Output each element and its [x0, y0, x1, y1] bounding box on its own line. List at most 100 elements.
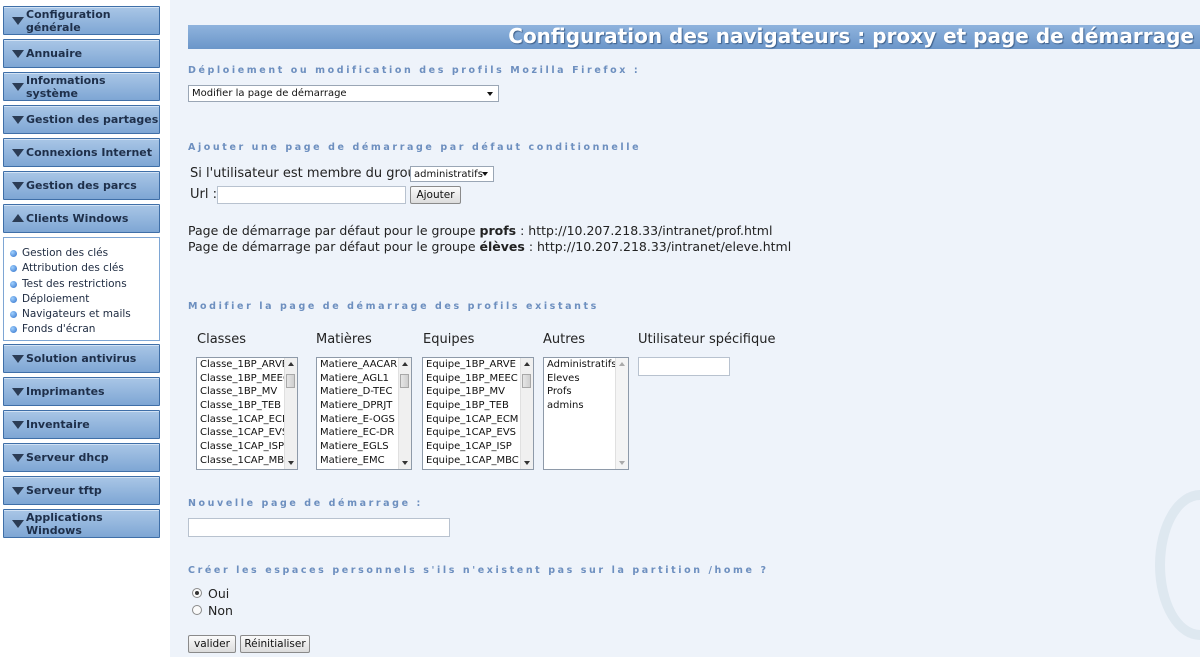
radio-non[interactable]: [192, 605, 202, 615]
bullet-icon: [10, 326, 17, 334]
menu-label: Informations système: [26, 73, 106, 100]
menu-serveur-dhcp[interactable]: Serveur dhcp: [3, 443, 160, 472]
action-select[interactable]: Modifier la page de démarrage: [188, 85, 499, 102]
submenu-deploiement[interactable]: Déploiement: [4, 292, 159, 307]
scroll-thumb[interactable]: [286, 374, 295, 388]
scroll-down-icon[interactable]: [288, 461, 294, 465]
add-button[interactable]: Ajouter: [410, 186, 461, 204]
equipes-listbox[interactable]: Equipe_1BP_ARVE Equipe_1BP_MEEC Equipe_1…: [422, 357, 534, 470]
scroll-thumb[interactable]: [400, 374, 409, 388]
menu-label: Applications Windows: [26, 510, 103, 537]
scroll-thumb[interactable]: [522, 374, 531, 388]
list-option[interactable]: Classe_1CAP_MBC: [197, 454, 297, 468]
menu-clients-windows[interactable]: Clients Windows: [3, 204, 160, 233]
list-option[interactable]: Matiere_D-TEC: [317, 385, 411, 399]
list-option[interactable]: Matiere_EGLS: [317, 440, 411, 454]
list-option[interactable]: Classe_1BP_MEEC: [197, 372, 297, 386]
menu-configuration-generale[interactable]: Configuration générale: [3, 6, 160, 35]
list-option[interactable]: Equipe_1BP_MV: [423, 385, 533, 399]
submenu-fonds-d-ecran[interactable]: Fonds d'écran: [4, 322, 159, 337]
triangle-down-icon: [12, 388, 24, 396]
menu-label: Imprimantes: [26, 385, 105, 398]
list-option[interactable]: Matiere_E-OGS: [317, 413, 411, 427]
list-option[interactable]: Equipe_1BP_MEEC: [423, 372, 533, 386]
list-option[interactable]: Classe_1BP_TEB: [197, 399, 297, 413]
menu-connexions-internet[interactable]: Connexions Internet: [3, 138, 160, 167]
list-option[interactable]: Equipe_1BP_ARVE: [423, 358, 533, 372]
list-option[interactable]: Classe_1BP_ARVE: [197, 358, 297, 372]
validate-button[interactable]: valider: [188, 635, 236, 653]
column-equipes-label: Equipes: [423, 332, 475, 347]
submenu-navigateurs-et-mails[interactable]: Navigateurs et mails: [4, 307, 159, 322]
scrollbar[interactable]: [284, 358, 297, 469]
list-option[interactable]: Matiere_AACAR: [317, 358, 411, 372]
scroll-down-icon[interactable]: [402, 461, 408, 465]
list-option[interactable]: Matiere_EC-DR: [317, 426, 411, 440]
list-option[interactable]: Equipe_1CAP_ECM: [423, 413, 533, 427]
list-option[interactable]: Equipe_1CAP_MBC: [423, 454, 533, 468]
specific-user-input[interactable]: [638, 357, 730, 376]
triangle-down-icon: [12, 454, 24, 462]
column-utilisateur-label: Utilisateur spécifique: [638, 332, 776, 347]
menu-informations-systeme[interactable]: Informations système: [3, 72, 160, 101]
triangle-down-icon: [12, 182, 24, 190]
default-prefix: Page de démarrage par défaut pour le gro…: [188, 239, 480, 254]
menu-label: Gestion des parcs: [26, 179, 137, 192]
list-option[interactable]: Equipe_1BP_TEB: [423, 399, 533, 413]
group-select[interactable]: administratifs: [410, 166, 494, 182]
autres-listbox[interactable]: Administratifs Eleves Profs admins: [543, 357, 629, 470]
scroll-up-icon[interactable]: [402, 362, 408, 366]
list-option[interactable]: Matiere_DPRJT: [317, 399, 411, 413]
scroll-up-icon[interactable]: [288, 362, 294, 366]
submenu-label: Gestion des clés: [22, 247, 109, 259]
action-select-value: Modifier la page de démarrage: [192, 88, 347, 99]
radio-oui[interactable]: [192, 588, 202, 598]
submenu-gestion-des-cles[interactable]: Gestion des clés: [4, 246, 159, 261]
triangle-down-icon: [12, 17, 24, 25]
chevron-down-icon: [482, 172, 488, 176]
default-page-eleves: Page de démarrage par défaut pour le gro…: [188, 239, 791, 254]
list-option[interactable]: Matiere_EMC: [317, 454, 411, 468]
menu-gestion-des-parcs[interactable]: Gestion des parcs: [3, 171, 160, 200]
url-input[interactable]: [217, 186, 406, 204]
list-option[interactable]: Classe_1CAP_EVS: [197, 426, 297, 440]
menu-serveur-tftp[interactable]: Serveur tftp: [3, 476, 160, 505]
scroll-down-icon[interactable]: [619, 461, 625, 465]
list-option[interactable]: Classe_1BP_MV: [197, 385, 297, 399]
new-startpage-input[interactable]: [188, 518, 450, 537]
menu-applications-windows[interactable]: Applications Windows: [3, 509, 160, 538]
submenu-label: Déploiement: [22, 292, 90, 305]
triangle-down-icon: [12, 520, 24, 528]
menu-label: Configuration générale: [26, 7, 111, 34]
scrollbar[interactable]: [520, 358, 533, 469]
menu-label: Solution antivirus: [26, 352, 137, 365]
scrollbar[interactable]: [615, 358, 628, 469]
menu-solution-antivirus[interactable]: Solution antivirus: [3, 344, 160, 373]
submenu-test-des-restrictions[interactable]: Test des restrictions: [4, 277, 159, 292]
list-option[interactable]: Classe_1CAP_ISP: [197, 440, 297, 454]
column-classes-label: Classes: [197, 332, 246, 347]
scroll-up-icon[interactable]: [524, 362, 530, 366]
default-page-profs: Page de démarrage par défaut pour le gro…: [188, 223, 772, 238]
default-group: profs: [479, 223, 517, 238]
scroll-down-icon[interactable]: [524, 461, 530, 465]
menu-inventaire[interactable]: Inventaire: [3, 410, 160, 439]
menu-gestion-des-partages[interactable]: Gestion des partages: [3, 105, 160, 134]
menu-imprimantes[interactable]: Imprimantes: [3, 377, 160, 406]
list-option[interactable]: Classe_1CAP_ECM: [197, 413, 297, 427]
submenu-label: Attribution des clés: [22, 262, 124, 275]
reset-button[interactable]: Réinitialiser: [240, 635, 310, 653]
scrollbar[interactable]: [398, 358, 411, 469]
column-matieres-label: Matières: [316, 332, 372, 347]
submenu-attribution-des-cles[interactable]: Attribution des clés: [4, 261, 159, 276]
menu-label: Inventaire: [26, 418, 90, 431]
scroll-up-icon[interactable]: [619, 362, 625, 366]
list-option[interactable]: Equipe_1CAP_EVS: [423, 426, 533, 440]
menu-annuaire[interactable]: Annuaire: [3, 39, 160, 68]
list-option[interactable]: Equipe_1CAP_ISP: [423, 440, 533, 454]
classes-listbox[interactable]: Classe_1BP_ARVE Classe_1BP_MEEC Classe_1…: [196, 357, 298, 470]
list-option[interactable]: Matiere_AGL1: [317, 372, 411, 386]
matieres-listbox[interactable]: Matiere_AACAR Matiere_AGL1 Matiere_D-TEC…: [316, 357, 412, 470]
menu-label: Connexions Internet: [26, 146, 153, 159]
section-title-espaces-personnels: Créer les espaces personnels s'ils n'exi…: [188, 565, 769, 576]
